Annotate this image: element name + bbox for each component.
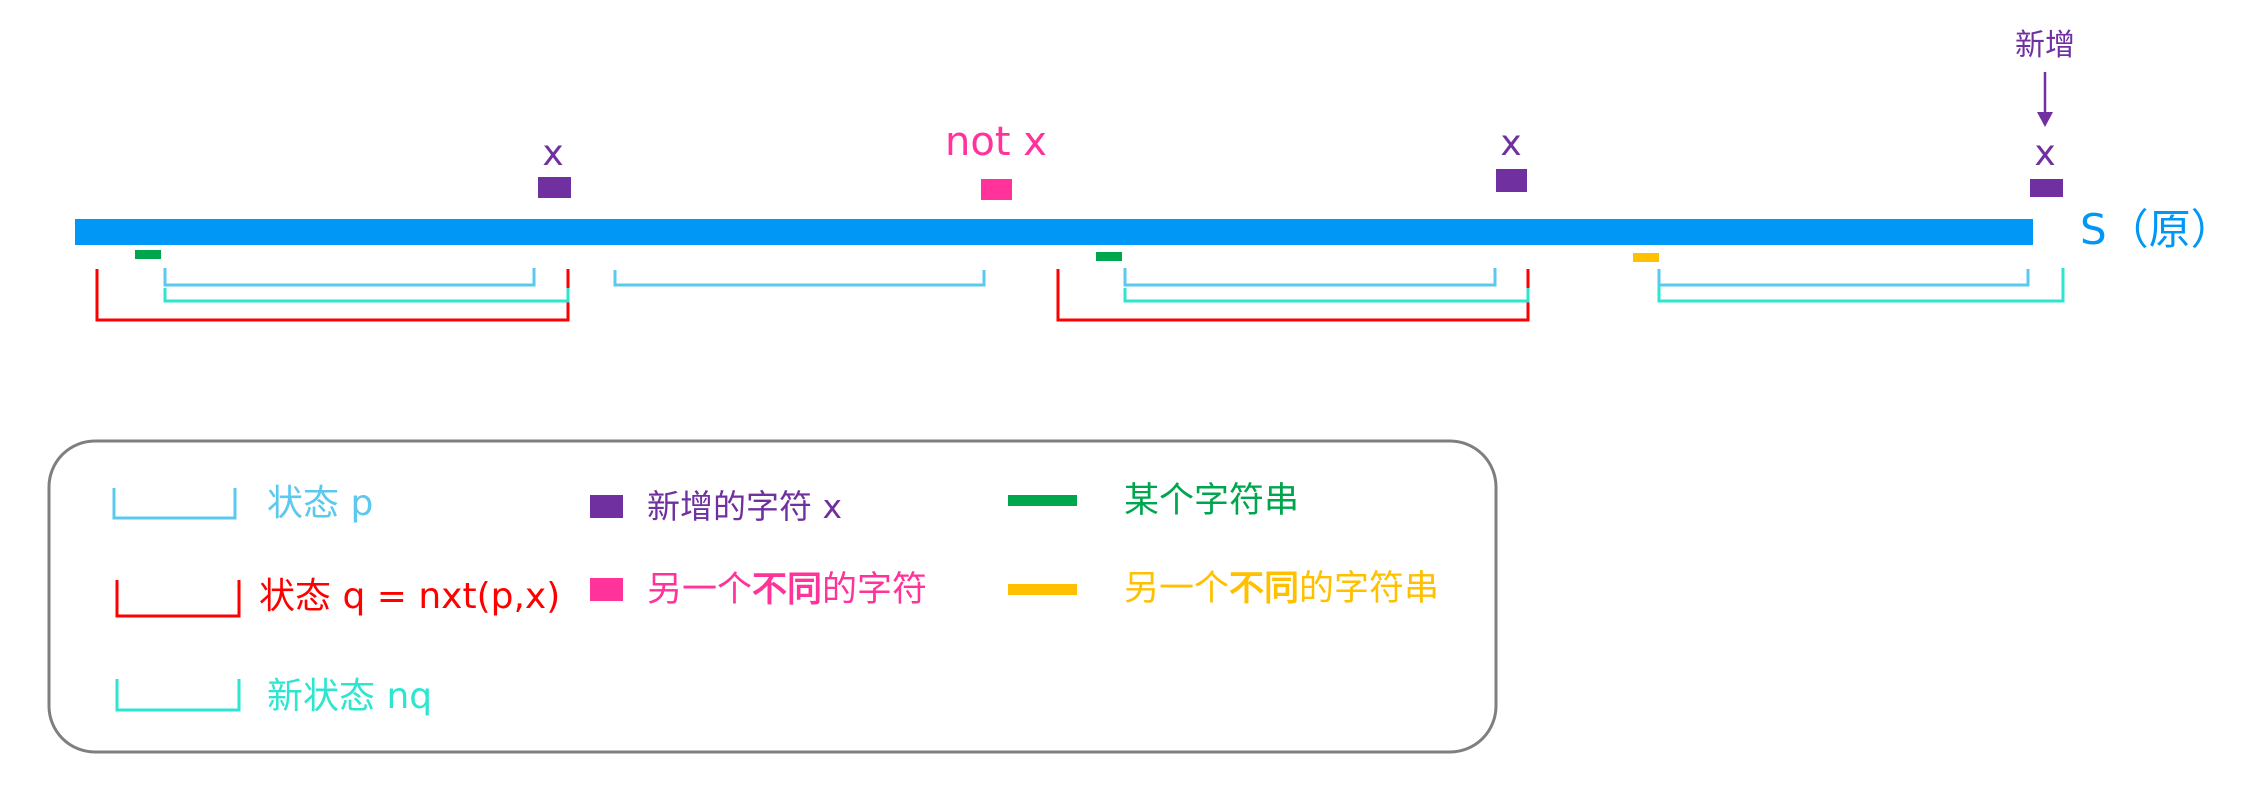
char-x-label-2: x <box>1500 123 1521 164</box>
added-char-marker-2 <box>1496 169 1527 192</box>
legend-state-p-swatch <box>112 488 237 520</box>
some-string-marker-2 <box>1096 252 1122 261</box>
string-s-label: S（原） <box>2080 205 2233 254</box>
legend-new-state-label: 新状态 nq <box>267 676 432 717</box>
char-x-label-1: x <box>542 133 563 174</box>
legend-some-string-swatch <box>1008 495 1077 506</box>
legend-some-string-label: 某个字符串 <box>1124 481 1299 521</box>
state-p-bracket-2 <box>613 270 986 287</box>
char-not-x-label: not x <box>945 119 1047 165</box>
other-string-marker <box>1633 253 1659 262</box>
added-note-arrowhead <box>2037 112 2053 127</box>
new-state-bracket-1 <box>163 288 570 303</box>
state-q-bracket-2 <box>1056 269 1530 322</box>
added-char-marker-3 <box>2030 179 2063 197</box>
state-q-bracket-1 <box>95 269 570 322</box>
legend-state-q-swatch <box>115 580 241 618</box>
legend-added-char-swatch <box>590 495 623 518</box>
some-string-marker-1 <box>135 250 161 259</box>
char-x-label-3: x <box>2034 133 2055 174</box>
legend-state-q-label: 状态 q = nxt(p,x) <box>259 576 560 617</box>
legend-new-state-swatch <box>115 679 241 712</box>
legend-state-p-label: 状态 p <box>267 483 373 524</box>
new-state-bracket-2 <box>1123 288 1530 303</box>
state-p-bracket-3 <box>1123 268 1497 287</box>
state-p-bracket-1 <box>163 268 536 287</box>
legend-different-char-swatch <box>590 578 623 601</box>
legend-different-char-label: 另一个不同的字符 <box>647 570 927 610</box>
legend: 状态 p 状态 q = nxt(p,x) 新状态 nq 新增的字符 x 另一个不… <box>47 439 1498 754</box>
added-char-marker-1 <box>538 177 571 198</box>
state-p-bracket-4 <box>1657 269 2030 287</box>
string-s-bar <box>75 219 2033 245</box>
added-note-label: 新增 <box>2015 28 2075 63</box>
legend-other-string-label: 另一个不同的字符串 <box>1124 569 1439 609</box>
legend-added-char-label: 新增的字符 x <box>647 487 842 526</box>
legend-other-string-swatch <box>1008 584 1077 595</box>
diagram-canvas: 新增 x not x x x S（原） 状态 p 状态 q = nxt(p,x)… <box>47 28 2233 754</box>
different-char-marker <box>981 179 1012 200</box>
